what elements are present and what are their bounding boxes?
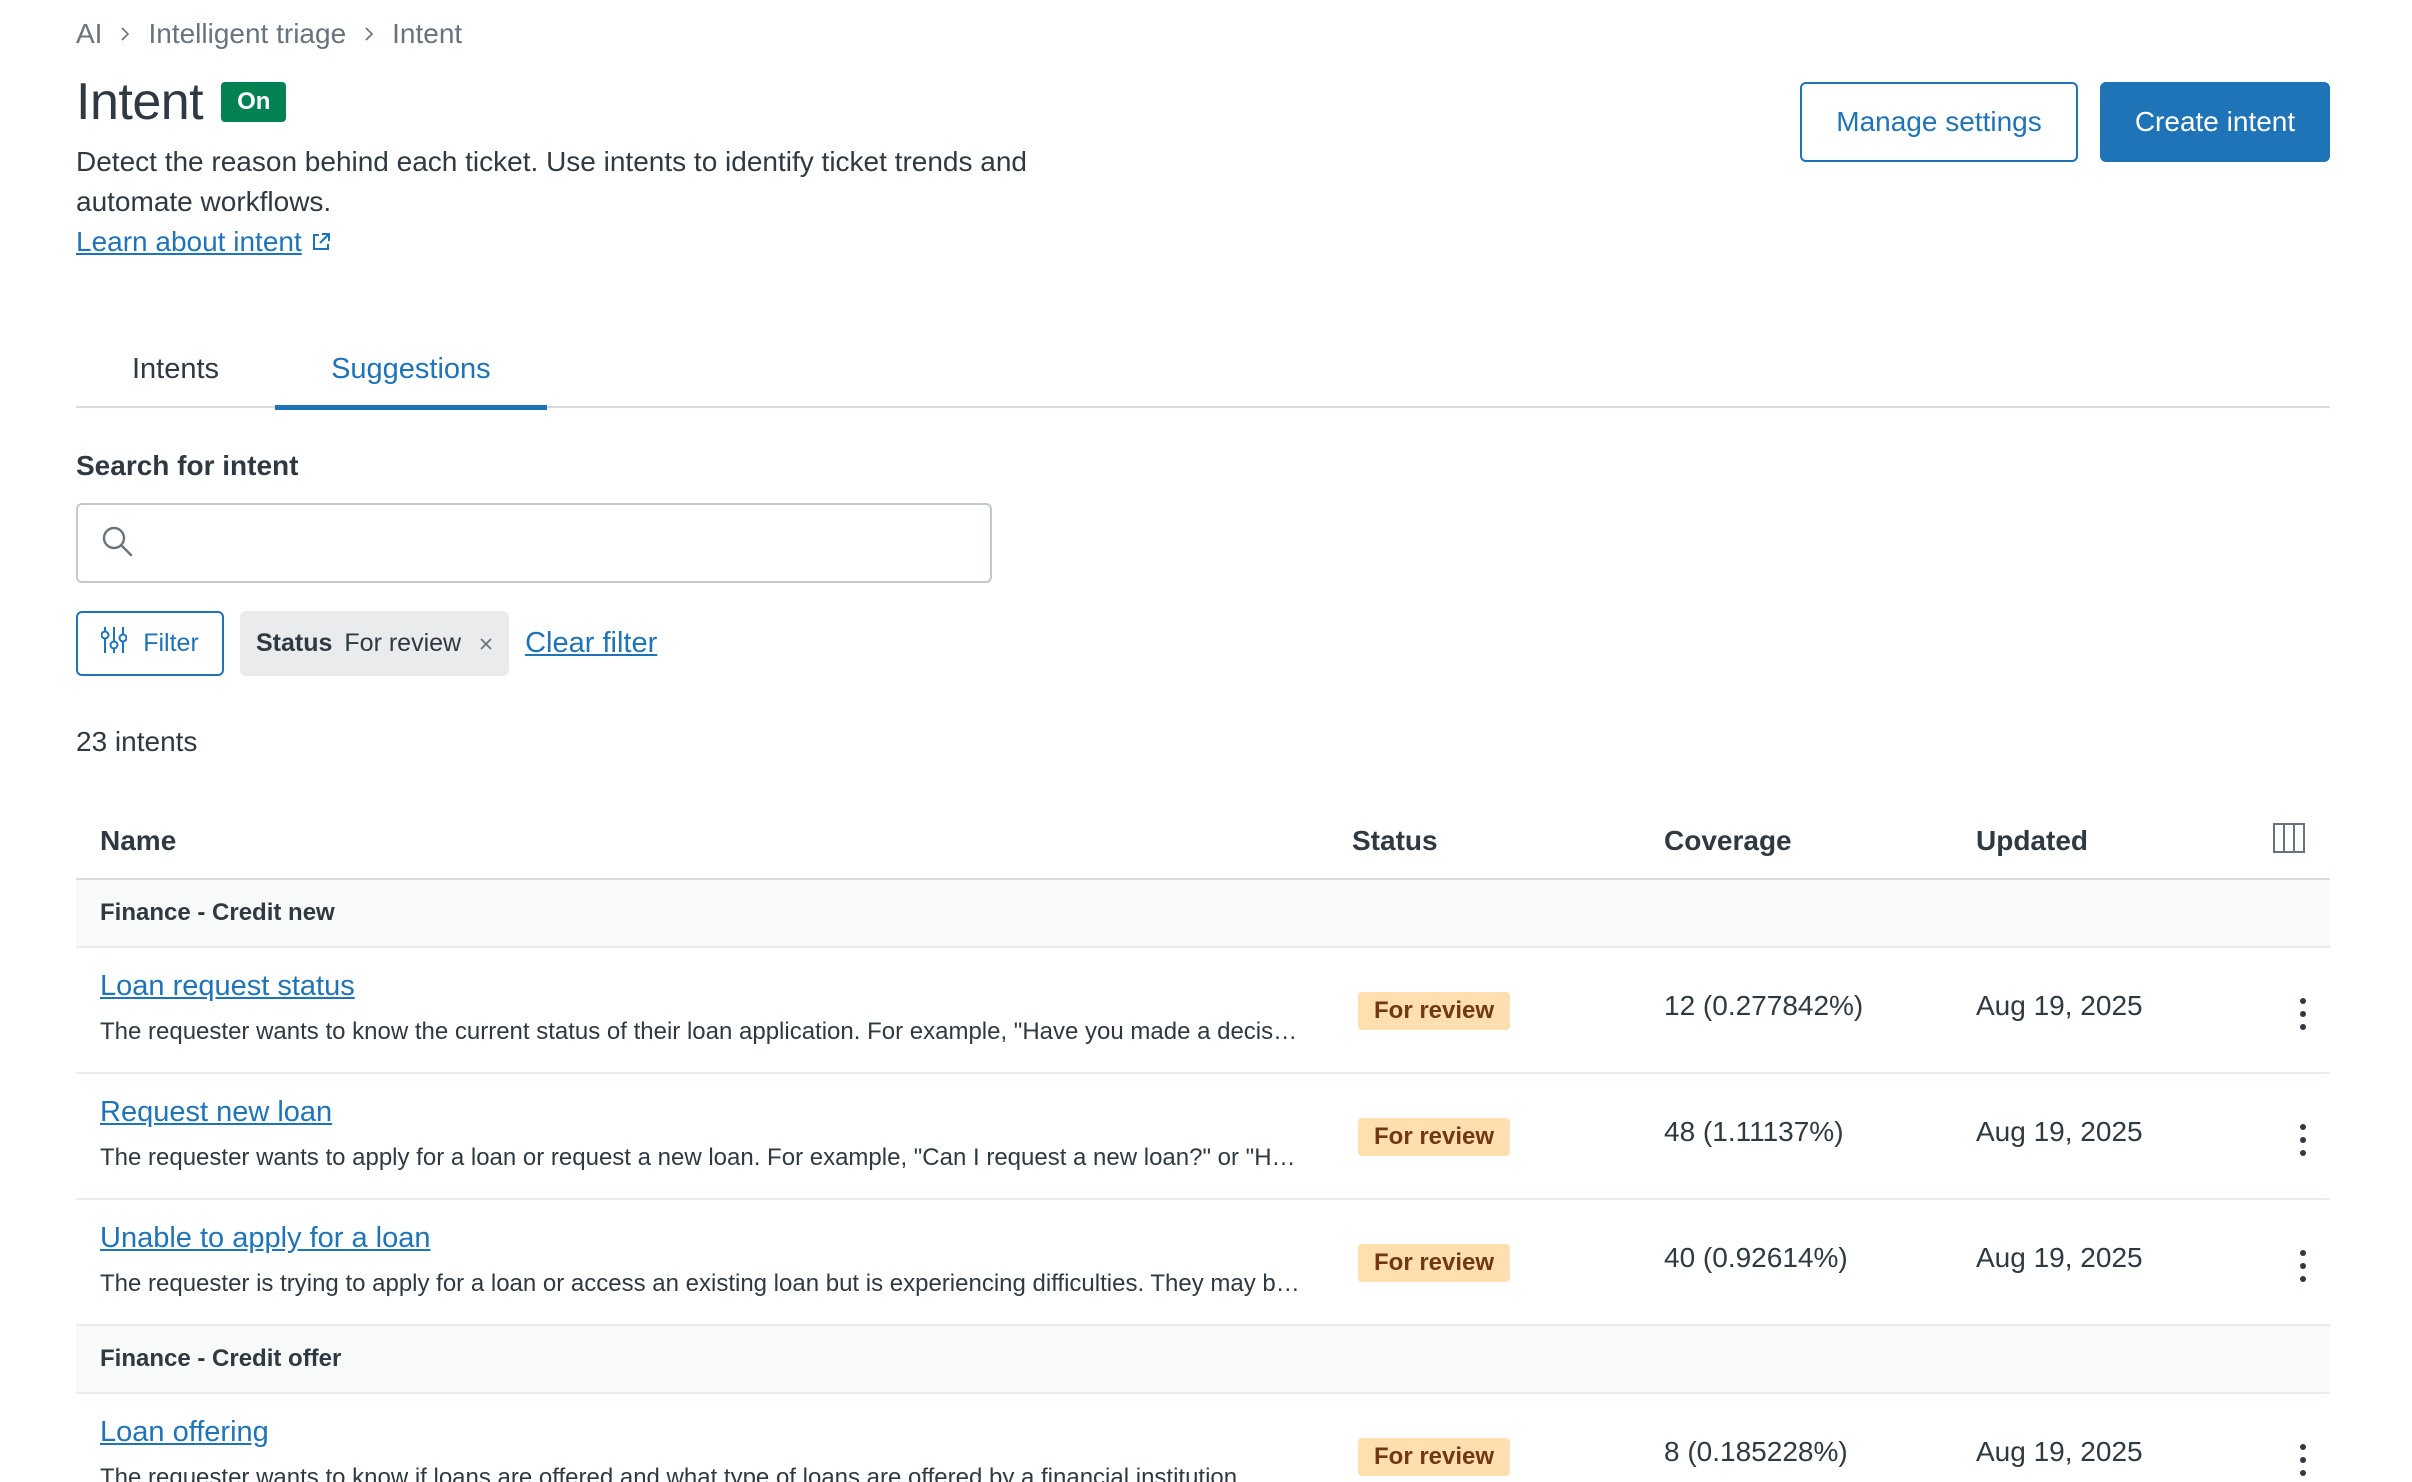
status-badge: For review (1358, 992, 1511, 1030)
chevron-right-icon (354, 19, 384, 49)
status-badge: For review (1358, 1244, 1511, 1282)
coverage-value: 48 (1.11137%) (1664, 1116, 1844, 1147)
status-badge: For review (1358, 1438, 1511, 1476)
column-header-coverage[interactable]: Coverage (1664, 825, 1792, 857)
external-link-icon (310, 231, 332, 253)
search-field[interactable] (76, 503, 992, 583)
page-description: Detect the reason behind each ticket. Us… (76, 146, 1027, 217)
chip-key: Status (256, 629, 333, 657)
search-icon (100, 524, 134, 563)
updated-date: Aug 19, 2025 (1976, 1436, 2143, 1467)
search-input[interactable] (150, 527, 990, 559)
breadcrumb-item-intelligent-triage[interactable]: Intelligent triage (148, 18, 346, 50)
chevron-right-icon (110, 19, 140, 49)
updated-date: Aug 19, 2025 (1976, 990, 2143, 1021)
filter-row: Filter Status For review Clear filter (76, 611, 657, 676)
tab-intents[interactable]: Intents (76, 330, 275, 408)
tab-suggestions[interactable]: Suggestions (275, 330, 547, 410)
clear-filter-link[interactable]: Clear filter (525, 627, 657, 660)
kebab-menu-icon[interactable] (2288, 994, 2318, 1034)
table-row: Unable to apply for a loan The requester… (76, 1200, 2330, 1326)
group-header: Finance - Credit offer (76, 1326, 2330, 1394)
filter-button-label: Filter (143, 629, 199, 657)
column-header-updated[interactable]: Updated (1976, 825, 2088, 857)
intent-description: The requester wants to know if loans are… (100, 1464, 1244, 1482)
learn-link-label: Learn about intent (76, 226, 302, 257)
intent-name-link[interactable]: Loan request status (100, 970, 355, 1003)
kebab-menu-icon[interactable] (2288, 1120, 2318, 1160)
intent-name-link[interactable]: Unable to apply for a loan (100, 1222, 431, 1255)
breadcrumb-item-intent: Intent (392, 18, 463, 49)
intent-name-link[interactable]: Loan offering (100, 1416, 269, 1449)
kebab-menu-icon[interactable] (2288, 1440, 2318, 1480)
intent-description: The requester wants to apply for a loan … (100, 1144, 1300, 1171)
learn-about-intent-link[interactable]: Learn about intent (76, 226, 332, 258)
updated-date: Aug 19, 2025 (1976, 1242, 2143, 1273)
intents-table: Name Status Coverage Updated Finance - C… (76, 804, 2330, 1482)
create-intent-button[interactable]: Create intent (2100, 82, 2330, 162)
table-row: Request new loan The requester wants to … (76, 1074, 2330, 1200)
search-label: Search for intent (76, 450, 299, 481)
table-row: Loan request status The requester wants … (76, 948, 2330, 1074)
close-icon[interactable] (473, 631, 499, 657)
manage-settings-button[interactable]: Manage settings (1800, 82, 2078, 162)
filter-button[interactable]: Filter (76, 611, 224, 676)
intent-count: 23 intents (76, 726, 198, 757)
filter-sliders-icon (100, 625, 128, 662)
intent-name-link[interactable]: Request new loan (100, 1096, 332, 1129)
tab-list: Intents Suggestions (76, 330, 2330, 410)
group-header: Finance - Credit new (76, 880, 2330, 948)
table-row: Loan offering The requester wants to kno… (76, 1394, 2330, 1482)
status-on-badge: On (221, 82, 287, 122)
kebab-menu-icon[interactable] (2288, 1246, 2318, 1286)
status-filter-chip[interactable]: Status For review (240, 611, 510, 676)
coverage-value: 12 (0.277842%) (1664, 990, 1864, 1021)
updated-date: Aug 19, 2025 (1976, 1116, 2143, 1147)
coverage-value: 8 (0.185228%) (1664, 1436, 1848, 1467)
chip-value: For review (344, 629, 462, 657)
title-row: Intent On (76, 72, 287, 132)
table-header: Name Status Coverage Updated (76, 804, 2330, 880)
column-header-status[interactable]: Status (1352, 825, 1438, 857)
page-title: Intent (76, 73, 204, 131)
column-header-name[interactable]: Name (100, 825, 176, 857)
status-badge: For review (1358, 1118, 1511, 1156)
columns-icon[interactable] (2272, 821, 2306, 862)
breadcrumb-item-ai[interactable]: AI (76, 18, 102, 50)
intent-description: The requester wants to know the current … (100, 1018, 1300, 1045)
intent-description: The requester is trying to apply for a l… (100, 1270, 1300, 1297)
coverage-value: 40 (0.92614%) (1664, 1242, 1848, 1273)
breadcrumb: AI Intelligent triage Intent (76, 18, 462, 50)
